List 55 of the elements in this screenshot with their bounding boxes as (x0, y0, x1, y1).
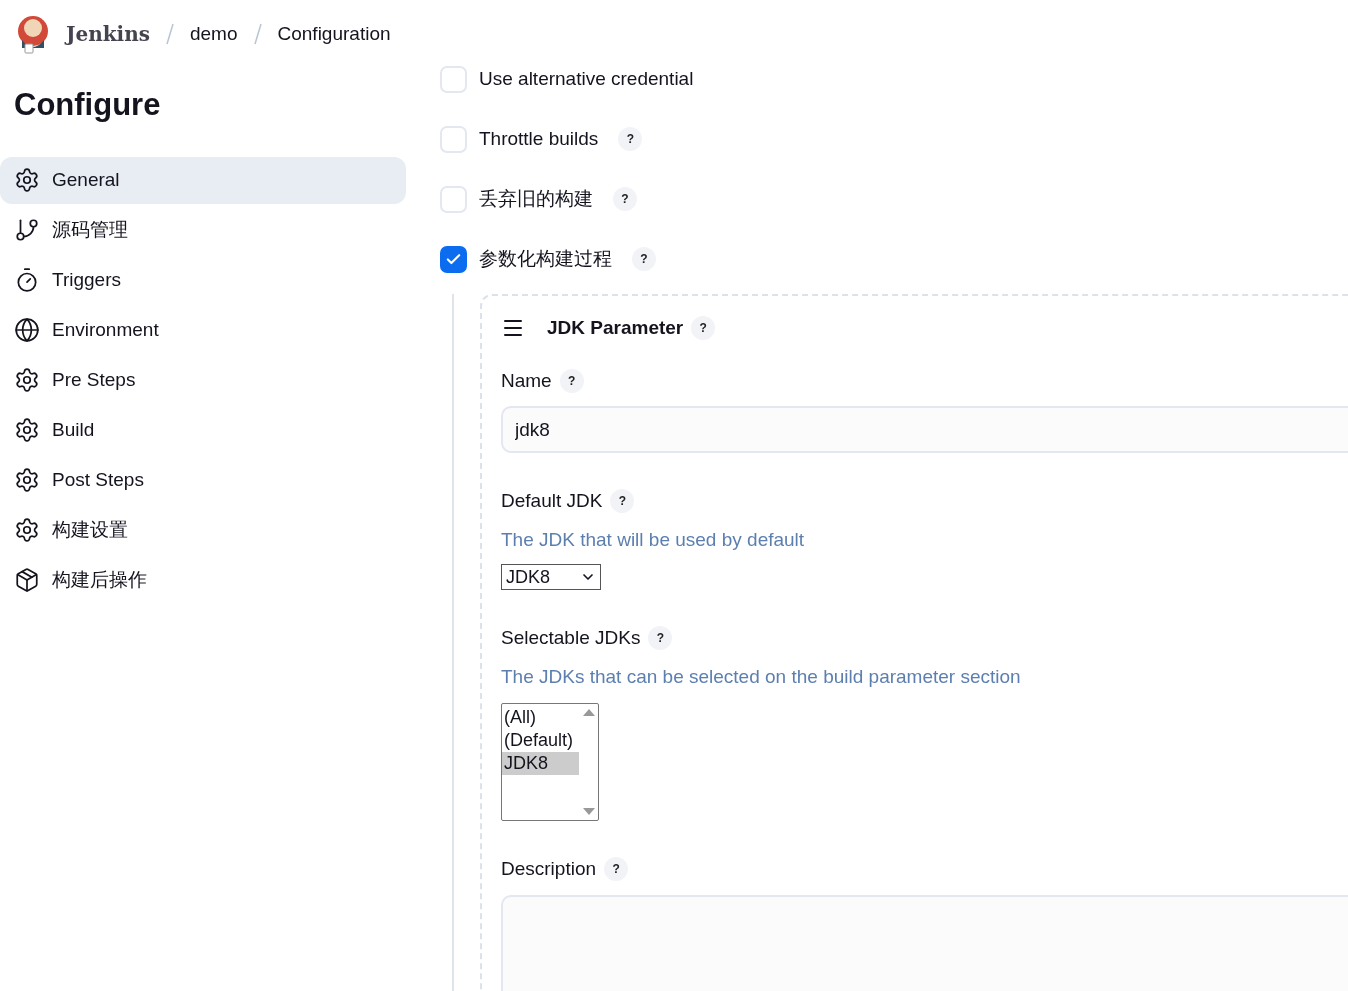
checkbox-label: 参数化构建过程 (479, 246, 612, 271)
checkbox[interactable] (440, 125, 467, 153)
sidebar-item[interactable]: Post Steps (0, 456, 406, 504)
help-button[interactable]: ? (604, 857, 629, 882)
globe-icon (14, 317, 40, 343)
name-input[interactable]: jdk8 (501, 406, 1348, 453)
breadcrumb-link[interactable]: demo (190, 19, 238, 49)
butler-logo[interactable] (16, 14, 50, 54)
checkbox[interactable] (440, 65, 467, 93)
help-button[interactable]: ? (618, 127, 643, 151)
gear-icon (14, 467, 40, 493)
home-link[interactable]: Jenkins (66, 19, 150, 49)
field-label: Name (501, 368, 552, 393)
sidebar-item[interactable]: General (0, 156, 406, 204)
help-button[interactable]: ? (559, 368, 584, 393)
page-title: Configure (13, 86, 162, 124)
listbox-option[interactable]: (Default) (502, 729, 579, 752)
section-title: JDK Parameter (547, 316, 684, 340)
sidebar-item[interactable]: Pre Steps (0, 356, 406, 404)
gear-icon (14, 367, 40, 393)
listbox-option[interactable]: (All) (502, 706, 579, 729)
scroll-down-icon[interactable] (582, 808, 595, 816)
sidebar-item[interactable]: 构建后操作 (0, 556, 406, 604)
branch-icon (14, 217, 40, 243)
field-label: Description (501, 857, 597, 881)
breadcrumb-link[interactable]: Configuration (277, 19, 391, 49)
sidebar-item[interactable]: Triggers (0, 256, 406, 304)
breadcrumb-separator (166, 23, 174, 45)
field-label: Selectable JDKs (501, 626, 641, 650)
sidebar-item[interactable]: 构建设置 (0, 506, 406, 554)
sidebar-item[interactable]: 源码管理 (0, 206, 406, 254)
package-icon (14, 567, 40, 593)
help-button[interactable]: ? (632, 247, 656, 271)
sidebar-item[interactable]: Environment (0, 306, 406, 354)
field-description: The JDK that will be used by default (501, 527, 806, 552)
help-button[interactable]: ? (691, 316, 716, 341)
breadcrumb-separator (253, 23, 262, 45)
field-label: Default JDK (501, 489, 603, 513)
help-button[interactable]: ? (648, 626, 673, 651)
help-button[interactable]: ? (613, 187, 637, 211)
checkbox-label: Use alternative credential (479, 66, 694, 91)
checkbox-label: 丢弃旧的构建 (479, 186, 593, 211)
listbox-option[interactable]: JDK8 (502, 752, 579, 775)
checkbox[interactable] (440, 245, 467, 273)
field-description: The JDKs that can be selected on the build parameter section (501, 664, 1022, 689)
help-button[interactable]: ? (610, 489, 635, 514)
gear-icon (14, 517, 40, 543)
sidebar-item[interactable]: Build (0, 406, 406, 454)
scroll-up-icon[interactable] (582, 708, 595, 716)
checkbox-label: Throttle builds (479, 126, 599, 151)
checkbox[interactable] (440, 185, 467, 213)
gear-icon (14, 417, 40, 443)
jdk-dropdown[interactable]: JDK8 (501, 564, 601, 590)
jdk-listbox[interactable]: (All) (Default) JDK8 (501, 703, 599, 821)
gear-icon (14, 167, 40, 193)
